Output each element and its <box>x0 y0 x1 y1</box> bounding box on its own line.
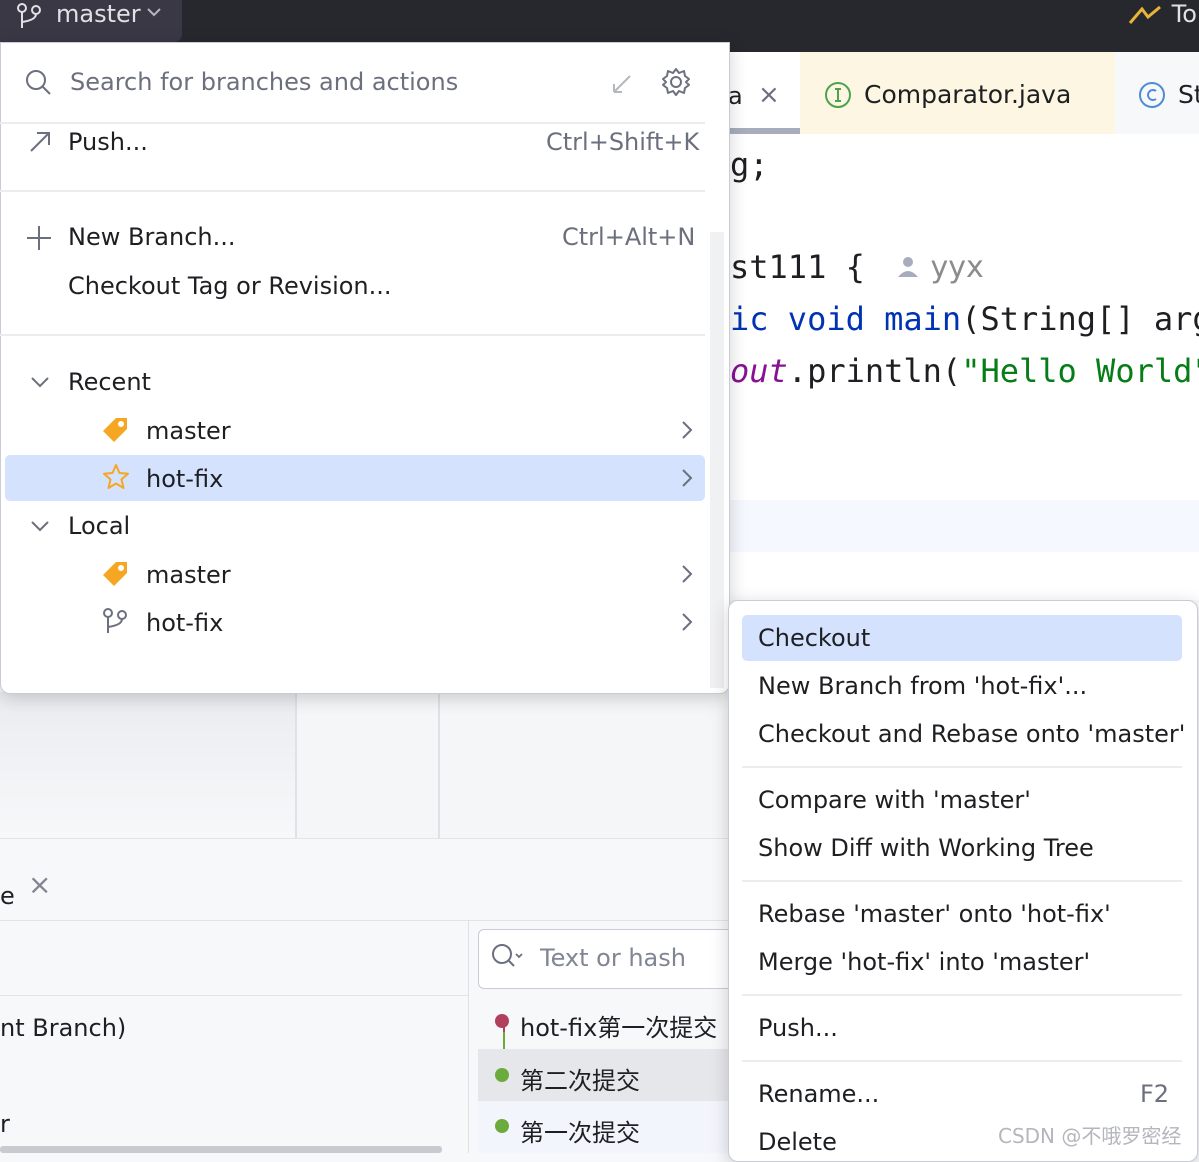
tab-label: St <box>1178 80 1199 109</box>
code-line: ic void main(String[] arg <box>730 300 1199 338</box>
divider <box>0 995 468 996</box>
separator <box>0 190 705 192</box>
commit-message: 第一次提交 <box>520 1119 640 1147</box>
commit-row[interactable]: hot-fix第一次提交 <box>478 996 728 1048</box>
shortcut: Ctrl+Alt+N <box>562 223 696 251</box>
tab-label: a <box>728 82 743 110</box>
branch-search-input[interactable]: Search for branches and actions <box>70 68 458 96</box>
git-branch-icon <box>16 2 42 34</box>
close-icon[interactable]: × <box>28 868 51 901</box>
commit-message: 第二次提交 <box>520 1067 640 1095</box>
toolbar-fragment[interactable]: To <box>1128 0 1197 28</box>
branch-widget[interactable]: master <box>0 0 182 42</box>
menu-item-checkout[interactable]: Checkout <box>758 624 870 652</box>
separator <box>742 994 1182 996</box>
chevron-down-icon <box>30 518 50 537</box>
code-line: g; <box>730 146 769 184</box>
scrollbar[interactable] <box>0 1146 442 1153</box>
commit-node <box>495 1014 509 1028</box>
menu-item-rebase[interactable]: Rebase 'master' onto 'hot-fix' <box>758 900 1111 928</box>
search-icon <box>24 68 54 102</box>
checkout-tag-action[interactable]: Checkout Tag or Revision... <box>0 264 705 308</box>
pane <box>297 692 438 838</box>
menu-item-rename[interactable]: Rename... <box>758 1080 879 1108</box>
menu-item-merge[interactable]: Merge 'hot-fix' into 'master' <box>758 948 1090 976</box>
code-author-hint: yyx <box>895 250 984 285</box>
group-local[interactable]: Local <box>0 504 705 548</box>
search-icon <box>490 942 526 976</box>
commit-node <box>495 1068 509 1082</box>
branch-tree-item[interactable]: r <box>0 1110 10 1138</box>
commit-row[interactable]: 第一次提交 <box>478 1101 728 1153</box>
commit-row[interactable]: 第二次提交 <box>478 1049 728 1101</box>
branch-tree-item[interactable]: nt Branch) <box>0 1014 126 1042</box>
chevron-right-icon <box>680 611 694 637</box>
chevron-down-icon <box>146 4 162 24</box>
run-config-icon <box>1128 5 1161 24</box>
caret-line-highlight <box>728 500 1199 552</box>
pane <box>440 692 728 838</box>
separator <box>742 766 1182 768</box>
divider <box>0 838 728 839</box>
shortcut: F2 <box>1140 1080 1170 1108</box>
separator <box>742 1060 1182 1062</box>
log-search-placeholder: Text or hash <box>540 944 686 972</box>
shortcut: Ctrl+Shift+K <box>546 128 700 156</box>
interface-icon <box>823 80 853 114</box>
chevron-down-icon <box>30 374 50 393</box>
toolbar-text: To <box>1171 0 1197 28</box>
branch-item-master[interactable]: master <box>0 551 705 597</box>
tag-icon <box>100 415 130 449</box>
group-recent[interactable]: Recent <box>0 360 705 404</box>
divider <box>0 920 728 921</box>
code-line: st111 { <box>730 248 865 286</box>
commit-node <box>495 1119 509 1133</box>
branch-item-hot-fix[interactable]: hot-fix <box>0 455 705 501</box>
pane-divider[interactable] <box>438 692 440 838</box>
branch-item-hot-fix[interactable]: hot-fix <box>0 599 705 645</box>
separator <box>0 334 705 336</box>
class-icon <box>1137 80 1167 114</box>
commit-message: hot-fix第一次提交 <box>520 1014 718 1042</box>
current-branch-label: master <box>56 0 141 28</box>
tool-window-tab[interactable]: e <box>0 882 15 910</box>
branch-item-master[interactable]: master <box>0 407 705 453</box>
scrollbar[interactable] <box>710 232 724 688</box>
close-icon[interactable]: × <box>758 80 780 110</box>
gear-icon[interactable] <box>660 66 692 102</box>
tag-icon <box>100 559 130 593</box>
menu-item-show-diff[interactable]: Show Diff with Working Tree <box>758 834 1094 862</box>
chevron-right-icon <box>680 419 694 445</box>
tab-label: Comparator.java <box>864 80 1072 109</box>
push-arrow-icon <box>28 130 52 158</box>
code-line: out.println("Hello World" <box>730 352 1199 390</box>
menu-item-compare[interactable]: Compare with 'master' <box>758 786 1031 814</box>
menu-item-checkout-rebase[interactable]: Checkout and Rebase onto 'master' <box>758 720 1185 748</box>
new-branch-action[interactable]: New Branch... Ctrl+Alt+N <box>0 215 705 259</box>
watermark: CSDN @不哦罗密经 <box>998 1124 1182 1148</box>
pane-divider[interactable] <box>468 920 469 1153</box>
pane-divider[interactable] <box>295 692 297 838</box>
star-icon[interactable] <box>102 463 130 495</box>
git-branch-icon <box>102 607 128 639</box>
plus-icon <box>26 225 52 255</box>
user-icon <box>898 257 918 277</box>
menu-item-push[interactable]: Push... <box>758 1014 838 1042</box>
collapse-icon[interactable] <box>610 70 636 100</box>
push-action[interactable]: Push... Ctrl+Shift+K <box>0 124 705 164</box>
pane <box>0 692 295 838</box>
separator <box>742 880 1182 882</box>
chevron-right-icon <box>680 467 694 493</box>
chevron-right-icon <box>680 563 694 589</box>
menu-item-delete[interactable]: Delete <box>758 1128 837 1156</box>
menu-item-new-branch-from[interactable]: New Branch from 'hot-fix'... <box>758 672 1087 700</box>
